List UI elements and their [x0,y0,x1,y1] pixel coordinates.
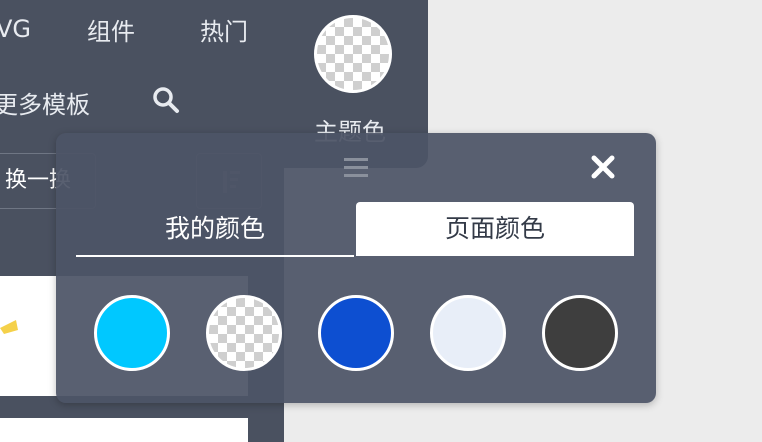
color-picker-popup: 我的颜色 页面颜色 [56,133,656,403]
nav-svg[interactable]: VG [0,14,31,44]
drag-handle-icon[interactable] [344,156,368,180]
template-card[interactable] [0,418,248,442]
color-tabs: 我的颜色 页面颜色 [76,202,636,257]
close-button[interactable] [586,150,620,184]
color-swatch[interactable] [94,295,170,371]
theme-color-swatch[interactable] [314,15,392,93]
close-icon [591,155,615,179]
color-swatch-list [94,295,624,371]
color-swatch[interactable] [318,295,394,371]
color-swatch[interactable] [430,295,506,371]
transparent-color-swatch[interactable] [206,295,282,371]
color-swatch[interactable] [542,295,618,371]
nav-more-templates[interactable]: 更多模板 [0,90,90,120]
tab-page-colors[interactable]: 页面颜色 [356,202,634,256]
template-graphic [0,320,18,334]
nav-popular[interactable]: 热门 [200,17,248,47]
nav-components[interactable]: 组件 [87,17,135,47]
search-icon[interactable] [150,84,182,116]
tab-my-colors[interactable]: 我的颜色 [76,202,354,257]
